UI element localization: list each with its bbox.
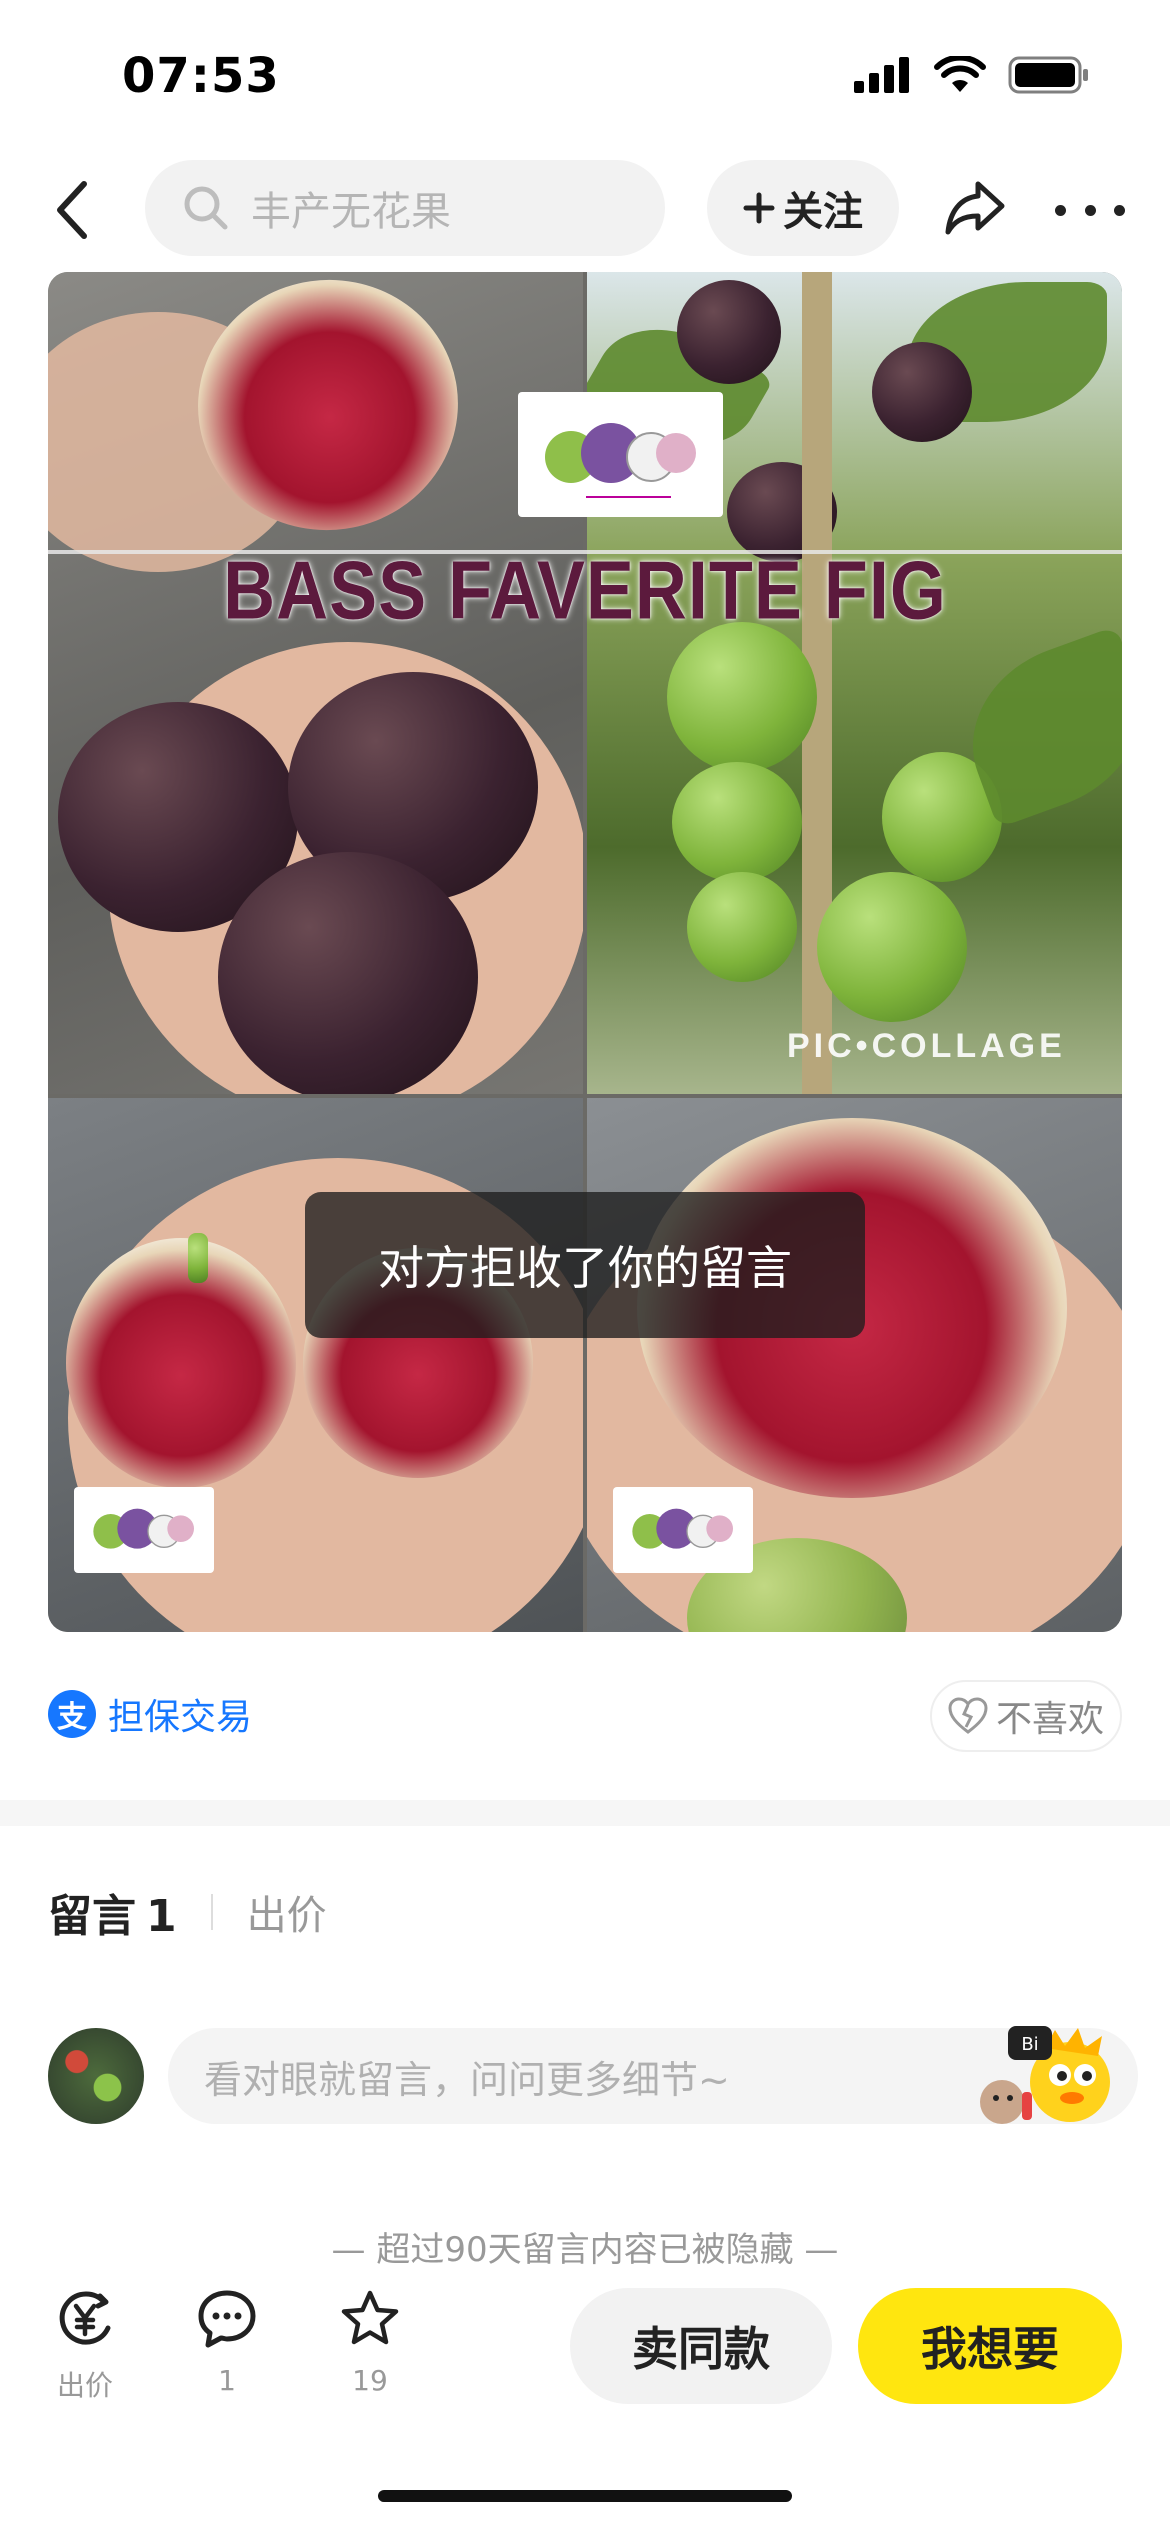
- back-button[interactable]: [42, 178, 102, 242]
- comment-count: 1: [218, 2364, 236, 2397]
- tab-comments-count: 1: [146, 1891, 177, 1942]
- brand-logo: [74, 1487, 214, 1573]
- comment-action[interactable]: 1: [172, 2288, 282, 2397]
- collage-watermark: PIC•COLLAGE: [787, 1027, 1066, 1065]
- star-icon: [341, 2290, 399, 2345]
- favorite-action[interactable]: 19: [315, 2288, 425, 2397]
- search-placeholder: 丰产无花果: [251, 189, 451, 235]
- guarantee-label: 担保交易: [108, 1697, 253, 1738]
- tab-separator: [210, 1894, 213, 1930]
- comment-tabs: 留言 1 出价: [48, 1880, 327, 1944]
- plus-icon: [743, 192, 775, 224]
- tab-bids[interactable]: 出价: [247, 1883, 327, 1941]
- want-button[interactable]: 我想要: [858, 2288, 1122, 2404]
- signal-icon: [854, 57, 909, 93]
- photo-tile-top-left: [48, 272, 583, 1094]
- dislike-button[interactable]: 不喜欢: [930, 1680, 1122, 1752]
- yuan-bid-icon: [59, 2291, 111, 2345]
- sell-same-button[interactable]: 卖同款: [570, 2288, 832, 2404]
- tab-comments[interactable]: 留言 1: [48, 1880, 177, 1944]
- status-time: 07:53: [122, 48, 280, 104]
- mascot-sticker: Bi: [930, 2020, 1140, 2130]
- share-icon: [945, 181, 1005, 235]
- wifi-icon: [934, 56, 986, 92]
- broken-heart-icon: [948, 1697, 988, 1734]
- toast-message: 对方拒收了你的留言: [305, 1192, 865, 1338]
- status-bar: 07:53: [0, 0, 1170, 150]
- alipay-icon: 支: [48, 1690, 96, 1738]
- brand-logo: [518, 392, 723, 517]
- collage-title: BASS FAVERITE FIG: [223, 545, 947, 637]
- bid-action[interactable]: 出价: [30, 2288, 140, 2404]
- product-image[interactable]: BASS FAVERITE FIG PIC•COLLAGE: [48, 272, 1122, 1632]
- tab-comments-label: 留言: [48, 1891, 136, 1942]
- dot: [1084, 204, 1096, 216]
- bid-action-label: 出价: [56, 2369, 113, 2402]
- more-button[interactable]: [1055, 185, 1125, 235]
- svg-text:Bi: Bi: [1021, 2034, 1038, 2055]
- item-detail-page: 07:53 丰产无花果 关注 BASS FAVERITE FIG PIC•COL…: [0, 0, 1170, 2532]
- guarantee-badge[interactable]: 支 担保交易: [48, 1688, 252, 1740]
- status-icons: [854, 56, 1090, 94]
- home-indicator: [378, 2490, 792, 2502]
- share-button[interactable]: [940, 172, 1010, 242]
- nav-bar: 丰产无花果 关注: [0, 150, 1170, 270]
- user-avatar[interactable]: [48, 2028, 144, 2124]
- chevron-left-icon: [57, 181, 87, 239]
- fig-logo-icon: [93, 1508, 194, 1549]
- section-divider: [0, 1800, 1170, 1826]
- brand-logo: [613, 1487, 753, 1573]
- favorite-count: 19: [352, 2364, 388, 2397]
- battery-icon: [1008, 56, 1088, 94]
- chat-bubble-icon: [198, 2290, 256, 2348]
- dot: [1114, 204, 1125, 216]
- dislike-label: 不喜欢: [995, 1699, 1104, 1740]
- fig-logo-icon: [544, 422, 696, 498]
- search-icon: [184, 186, 228, 230]
- mascot-icon: Bi: [980, 2026, 1110, 2124]
- search-input[interactable]: 丰产无花果: [145, 160, 665, 256]
- follow-label: 关注: [783, 189, 863, 235]
- fig-logo-icon: [632, 1508, 733, 1549]
- dot: [1055, 204, 1066, 216]
- follow-button[interactable]: 关注: [707, 160, 899, 256]
- hidden-comments-note: — 超过90天留言内容已被隐藏 —: [331, 2230, 839, 2270]
